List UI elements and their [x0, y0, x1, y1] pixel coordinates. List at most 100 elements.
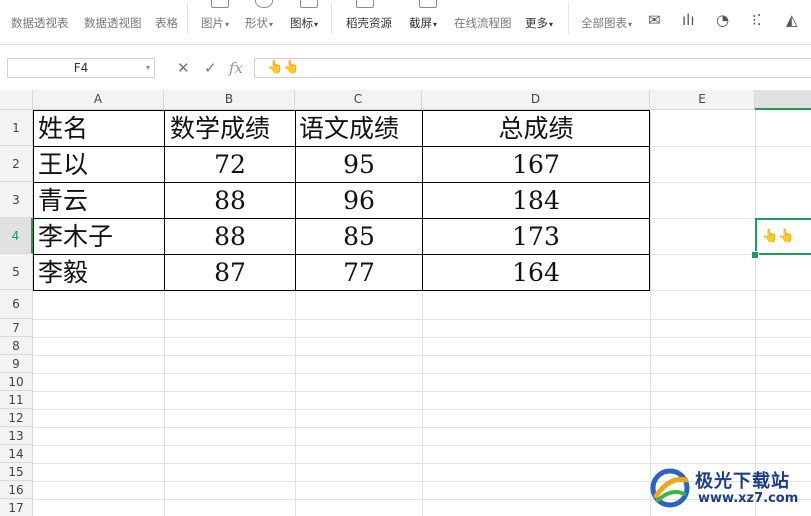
fill-handle[interactable]	[751, 251, 759, 259]
gridline	[33, 319, 811, 320]
column-header-d[interactable]: D	[422, 90, 650, 110]
ribbon-divider	[187, 2, 188, 34]
row-header-7[interactable]: 7	[0, 319, 33, 337]
table-cell-chinese[interactable]: 77	[296, 255, 422, 290]
column-header-f[interactable]	[755, 90, 811, 110]
gridline	[755, 110, 756, 516]
picture-label: 图片	[201, 16, 224, 30]
column-header-b[interactable]: B	[164, 90, 295, 110]
table-cell-math[interactable]: 88	[165, 219, 295, 254]
chevron-down-icon: ▾	[433, 20, 438, 29]
table-cell-total[interactable]: 173	[423, 219, 649, 254]
pivot-table-label: 数据透视表	[11, 16, 69, 30]
line-chart-icon[interactable]: ✉	[648, 11, 661, 29]
table-cell-total[interactable]: 164	[423, 255, 649, 290]
gridline	[33, 355, 811, 356]
cancel-icon[interactable]: ✕	[177, 59, 190, 77]
more-label: 更多	[525, 16, 548, 30]
watermark-url: www.xz7.com	[698, 491, 799, 506]
row-header-16[interactable]: 16	[0, 481, 33, 499]
screenshot-label: 截屏	[409, 16, 432, 30]
gridline	[33, 445, 811, 446]
formula-bar: F4 ▾ ✕ ✓ fx 👆👆	[0, 45, 811, 90]
row-header-4[interactable]: 4	[0, 218, 33, 254]
watermark-brand: 极光下载站	[695, 471, 790, 492]
header-cell-chinese[interactable]: 语文成绩	[299, 111, 421, 146]
aurora-logo-icon	[650, 468, 690, 508]
name-box[interactable]: F4 ▾	[7, 58, 155, 78]
table-cell-name[interactable]: 王以	[38, 147, 162, 182]
site-watermark: 极光下载站 www.xz7.com	[648, 462, 808, 512]
header-cell-name[interactable]: 姓名	[38, 111, 162, 146]
header-cell-math[interactable]: 数学成绩	[170, 111, 295, 146]
table-label: 表格	[155, 16, 178, 30]
row-header-13[interactable]: 13	[0, 427, 33, 445]
row-header-2[interactable]: 2	[0, 146, 33, 182]
shape-label: 形状	[245, 16, 268, 30]
docer-icon	[356, 0, 374, 8]
pie-chart-icon[interactable]: ◔	[716, 11, 729, 29]
table-cell-chinese[interactable]: 85	[296, 219, 422, 254]
gridline	[33, 427, 811, 428]
chevron-down-icon: ▾	[269, 20, 274, 29]
icon-library-label: 图标	[290, 16, 313, 30]
row-header-17[interactable]: 17	[0, 499, 33, 516]
row-header-3[interactable]: 3	[0, 182, 33, 218]
row-header-1[interactable]: 1	[0, 110, 33, 146]
gridline	[33, 409, 811, 410]
online-flowchart-label: 在线流程图	[454, 16, 512, 30]
row-header-11[interactable]: 11	[0, 391, 33, 409]
table-cell-name[interactable]: 李木子	[38, 219, 162, 254]
table-border	[649, 110, 650, 291]
row-header-9[interactable]: 9	[0, 355, 33, 373]
gridline	[33, 391, 811, 392]
active-cell-f4[interactable]: 👆👆	[755, 218, 811, 255]
scissors-icon	[419, 0, 437, 8]
table-cell-chinese[interactable]: 95	[296, 147, 422, 182]
shape-icon	[255, 0, 273, 8]
table-cell-math[interactable]: 72	[165, 147, 295, 182]
all-charts-label: 全部图表	[581, 16, 627, 30]
select-all-corner[interactable]	[0, 90, 33, 110]
row-header-8[interactable]: 8	[0, 337, 33, 355]
row-header-6[interactable]: 6	[0, 290, 33, 319]
table-cell-total[interactable]: 184	[423, 183, 649, 218]
docer-resources-label: 稻壳资源	[346, 16, 392, 30]
table-cell-name[interactable]: 李毅	[38, 255, 162, 290]
row-header-10[interactable]: 10	[0, 373, 33, 391]
ribbon-divider	[331, 2, 332, 34]
ribbon-divider	[568, 2, 569, 34]
header-cell-total[interactable]: 总成绩	[423, 111, 649, 146]
row-header-5[interactable]: 5	[0, 254, 33, 290]
area-chart-icon[interactable]: ◭	[786, 11, 798, 29]
spreadsheet-grid[interactable]: A B C D E 1 2 3 4 5 6 7 8 9 10 11 12 13 …	[0, 90, 811, 516]
icon-library-icon	[300, 0, 318, 8]
name-box-value: F4	[73, 61, 89, 75]
ribbon-toolbar: 数据透视表 数据透视图 表格 图片▾ 形状▾ 图标▾ 稻壳资源 截屏▾ 在线流程…	[0, 0, 811, 45]
chevron-down-icon: ▾	[225, 20, 230, 29]
formula-input[interactable]: 👆👆	[254, 58, 811, 78]
confirm-icon[interactable]: ✓	[204, 59, 217, 77]
gridline	[33, 337, 811, 338]
insert-function-icon[interactable]: fx	[229, 59, 243, 77]
column-header-e[interactable]: E	[650, 90, 755, 110]
column-header-a[interactable]: A	[33, 90, 164, 110]
chevron-down-icon: ▾	[549, 20, 554, 29]
chevron-down-icon: ▾	[314, 20, 319, 29]
column-header-c[interactable]: C	[295, 90, 422, 110]
table-cell-total[interactable]: 167	[423, 147, 649, 182]
table-cell-name[interactable]: 青云	[38, 183, 162, 218]
table-cell-chinese[interactable]: 96	[296, 183, 422, 218]
gridline	[33, 373, 811, 374]
row-header-12[interactable]: 12	[0, 409, 33, 427]
scatter-chart-icon[interactable]: ⁝⁚	[752, 11, 762, 29]
picture-icon	[211, 0, 229, 8]
row-header-14[interactable]: 14	[0, 445, 33, 463]
chevron-down-icon[interactable]: ▾	[146, 59, 150, 77]
table-border	[33, 290, 650, 291]
row-header-15[interactable]: 15	[0, 463, 33, 481]
table-cell-math[interactable]: 88	[165, 183, 295, 218]
bar-chart-icon[interactable]: ılı	[682, 11, 695, 29]
table-cell-math[interactable]: 87	[165, 255, 295, 290]
gridline	[650, 110, 651, 516]
